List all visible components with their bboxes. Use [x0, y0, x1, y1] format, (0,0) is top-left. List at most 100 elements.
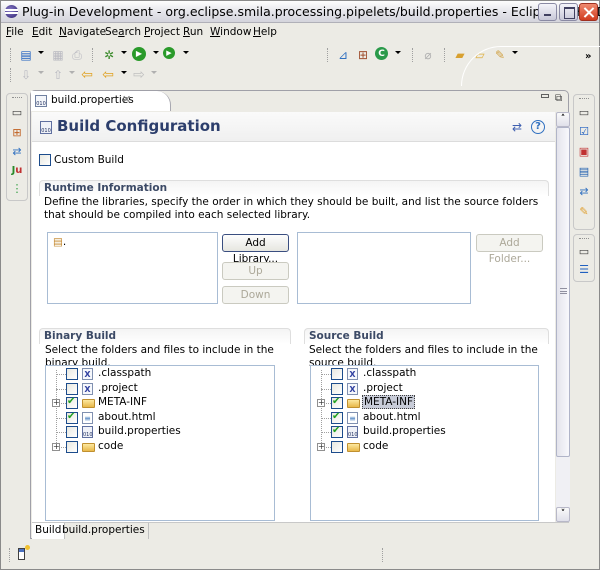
menu-navigate[interactable]: Navigate — [59, 26, 106, 38]
save-icon[interactable]: ▦ — [50, 47, 66, 63]
scroll-thumb[interactable] — [556, 127, 570, 457]
tree-item[interactable]: X .project — [46, 382, 266, 396]
print-icon[interactable]: ⎙ — [69, 47, 85, 63]
new-java-project-icon[interactable]: ⊿ — [335, 47, 351, 63]
binary-build-tree[interactable]: X .classpath X .project + META-INF — [45, 365, 275, 521]
forward-icon[interactable]: ⇨ — [131, 67, 147, 83]
menu-file[interactable]: File — [6, 26, 24, 38]
tree-item-checkbox[interactable] — [331, 441, 343, 453]
tree-item-checkbox[interactable] — [331, 396, 343, 409]
toolbar-grip[interactable] — [10, 68, 12, 82]
problems-icon[interactable]: ▣ — [577, 145, 591, 159]
new-package-icon[interactable]: ⊞ — [355, 47, 371, 63]
run-icon[interactable]: ▶ — [132, 47, 146, 61]
back-dropdown-arrow[interactable] — [121, 71, 127, 74]
restore-icon[interactable]: ▭ — [577, 245, 591, 259]
tree-item-selected[interactable]: + META-INF — [311, 395, 531, 410]
previous-annotation-dropdown-arrow[interactable] — [69, 71, 75, 74]
external-tools-icon[interactable]: ▶ — [163, 47, 175, 59]
tree-item-checkbox[interactable] — [66, 383, 78, 395]
down-button[interactable]: Down — [222, 286, 289, 304]
restore-icon[interactable]: ▭ — [577, 106, 591, 120]
minimize-view-icon[interactable] — [541, 94, 549, 98]
tree-item-checkbox[interactable] — [331, 411, 343, 424]
junit-icon[interactable]: Ju — [10, 164, 24, 178]
source-folders-list[interactable] — [297, 232, 471, 304]
scroll-up-button[interactable]: ˄ — [556, 112, 570, 127]
tree-item[interactable]: X .project — [311, 382, 531, 396]
vertical-scrollbar[interactable]: ˄ ˅ — [556, 112, 570, 522]
previous-annotation-icon[interactable]: ⇧ — [50, 67, 66, 83]
last-edit-location-icon[interactable]: ⇦ — [79, 67, 95, 83]
toolbar-grip[interactable] — [92, 48, 94, 62]
hierarchy-icon[interactable]: ⇄ — [10, 145, 24, 159]
debug-dropdown-arrow[interactable] — [121, 51, 127, 54]
tree-item[interactable]: ≡ about.html — [311, 411, 531, 425]
status-grip[interactable] — [382, 548, 383, 562]
libraries-list[interactable]: ▤. — [47, 232, 218, 304]
tree-item[interactable]: 010 build.properties — [311, 425, 531, 439]
tree-item-checkbox[interactable] — [331, 368, 343, 380]
close-tab-icon[interactable]: ✕ — [122, 93, 131, 106]
menu-run[interactable]: Run — [183, 26, 203, 38]
help-icon[interactable]: ? — [531, 120, 545, 134]
custom-build-checkbox[interactable] — [39, 154, 51, 166]
up-button[interactable]: Up — [222, 262, 289, 280]
source-build-tree[interactable]: X .classpath X .project + META-INF — [310, 365, 539, 521]
menu-project[interactable]: Project — [144, 26, 180, 38]
status-grip[interactable] — [9, 548, 10, 562]
tree-item-checkbox[interactable] — [66, 411, 78, 424]
toolbar-grip[interactable] — [444, 48, 446, 62]
menu-search[interactable]: Search — [105, 26, 141, 38]
expand-icon[interactable]: + — [52, 399, 60, 407]
trim-grip[interactable] — [12, 97, 22, 98]
trim-grip[interactable] — [579, 98, 589, 99]
expand-icon[interactable]: + — [52, 443, 60, 451]
console-icon[interactable]: ▤ — [577, 165, 591, 179]
tree-item[interactable]: ≡ about.html — [46, 411, 266, 425]
editor-tab-build-properties[interactable]: 010 build.properties ✕ — [31, 91, 171, 111]
trim-grip[interactable] — [579, 238, 589, 239]
new-wizard-icon[interactable]: ▤ — [18, 47, 34, 63]
scroll-down-button[interactable]: ˅ — [556, 507, 570, 522]
tree-item-checkbox[interactable] — [331, 383, 343, 395]
package-explorer-icon[interactable]: ⊞ — [10, 126, 24, 140]
menu-edit[interactable]: Edit — [32, 26, 52, 38]
fast-view-icon[interactable] — [18, 545, 30, 560]
expand-icon[interactable]: + — [317, 399, 325, 407]
tree-item[interactable]: + META-INF — [46, 396, 266, 410]
toolbar-grip[interactable] — [412, 48, 414, 62]
debug-icon[interactable]: ✲ — [101, 47, 117, 63]
minimize-button[interactable] — [538, 3, 557, 21]
new-class-dropdown-arrow[interactable] — [395, 51, 401, 54]
add-folder-button[interactable]: Add Folder... — [476, 234, 543, 265]
tree-item[interactable]: 010 build.properties — [46, 425, 266, 439]
tasks-icon[interactable]: ☑ — [577, 125, 591, 139]
tab-build-properties[interactable]: build.properties — [59, 523, 149, 539]
external-tools-dropdown-arrow[interactable] — [183, 51, 189, 54]
library-item[interactable]: ▤. — [53, 236, 66, 248]
new-class-icon[interactable]: C — [375, 47, 388, 60]
link-icon[interactable]: ⌀ — [420, 47, 436, 63]
highlighter-icon[interactable]: ✎ — [577, 205, 591, 219]
toolbar-grip[interactable] — [327, 48, 329, 62]
maximize-view-icon[interactable]: ⧉ — [555, 93, 562, 104]
restore-icon[interactable]: ▭ — [10, 106, 24, 120]
hierarchy-icon[interactable]: ⇄ — [577, 185, 591, 199]
tree-item-checkbox[interactable] — [66, 441, 78, 453]
plugin-tools-icon[interactable]: ⇄ — [512, 120, 522, 134]
tree-item[interactable]: X .classpath — [46, 367, 266, 381]
tree-item[interactable]: + code — [46, 440, 266, 454]
close-button[interactable] — [579, 3, 598, 21]
forward-dropdown-arrow[interactable] — [151, 71, 157, 74]
next-annotation-icon[interactable]: ⇩ — [18, 67, 34, 83]
tree-item-checkbox[interactable] — [331, 425, 343, 438]
menu-window[interactable]: Window — [210, 26, 251, 38]
tree-item-checkbox[interactable] — [66, 426, 78, 438]
open-type-icon[interactable]: ▰ — [452, 47, 468, 63]
expand-icon[interactable]: + — [317, 443, 325, 451]
next-annotation-dropdown-arrow[interactable] — [38, 71, 44, 74]
run-dropdown-arrow[interactable] — [153, 51, 159, 54]
maximize-button[interactable] — [559, 3, 578, 21]
toolbar-grip[interactable] — [10, 48, 12, 62]
